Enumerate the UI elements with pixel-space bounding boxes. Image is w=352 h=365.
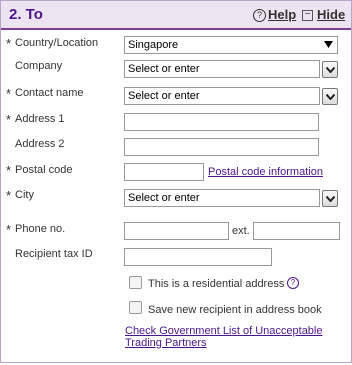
- required-mark: *: [6, 163, 12, 178]
- postal-code-info-link[interactable]: Postal code information: [208, 166, 323, 178]
- country-select[interactable]: Singapore: [124, 36, 338, 54]
- residential-label: This is a residential address: [148, 278, 285, 290]
- contact-dropdown-button[interactable]: [322, 88, 338, 105]
- required-mark: *: [6, 86, 12, 101]
- contact-placeholder: Select or enter: [128, 90, 200, 102]
- taxid-label: Recipient tax ID: [15, 248, 93, 260]
- required-mark: *: [6, 112, 12, 127]
- hide-link[interactable]: Hide: [317, 7, 345, 22]
- company-input[interactable]: Select or enter: [124, 60, 320, 78]
- address2-input[interactable]: [124, 138, 319, 156]
- chevron-down-icon: [326, 67, 335, 73]
- phone-input[interactable]: [124, 222, 229, 240]
- phone-label: Phone no.: [15, 223, 66, 235]
- postal-input[interactable]: [124, 163, 204, 181]
- city-input[interactable]: Select or enter: [124, 189, 320, 207]
- contact-input[interactable]: Select or enter: [124, 87, 320, 105]
- save-recipient-checkbox[interactable]: [129, 301, 142, 314]
- residential-checkbox[interactable]: [129, 276, 142, 289]
- phone-ext-input[interactable]: [253, 222, 340, 240]
- country-value: Singapore: [128, 39, 179, 51]
- country-label: Country/Location: [15, 37, 99, 49]
- address1-input[interactable]: [124, 113, 319, 131]
- chevron-down-icon: [324, 41, 333, 48]
- ext-label: ext.: [232, 225, 250, 237]
- address2-label: Address 2: [15, 138, 65, 150]
- section-title: 2. To: [9, 6, 43, 23]
- company-dropdown-button[interactable]: [322, 61, 338, 78]
- help-link[interactable]: Help: [268, 7, 296, 22]
- address1-label: Address 1: [15, 113, 65, 125]
- government-list-link[interactable]: Check Government List of Unacceptable Tr…: [125, 325, 335, 349]
- city-dropdown-button[interactable]: [322, 190, 338, 207]
- city-label: City: [15, 189, 34, 201]
- contact-label: Contact name: [15, 87, 84, 99]
- postal-label: Postal code: [15, 164, 73, 176]
- chevron-down-icon: [326, 196, 335, 202]
- company-placeholder: Select or enter: [128, 63, 200, 75]
- help-icon[interactable]: ?: [287, 277, 299, 289]
- section-header: 2. To ? Help − Hide: [1, 1, 351, 30]
- taxid-input[interactable]: [124, 248, 272, 266]
- required-mark: *: [6, 188, 12, 203]
- city-placeholder: Select or enter: [128, 192, 200, 204]
- help-icon[interactable]: ?: [253, 9, 266, 22]
- save-recipient-label: Save new recipient in address book: [148, 304, 322, 316]
- chevron-down-icon: [326, 94, 335, 100]
- company-label: Company: [15, 60, 63, 72]
- required-mark: *: [6, 222, 12, 237]
- collapse-icon[interactable]: −: [302, 10, 313, 21]
- required-mark: *: [6, 36, 12, 51]
